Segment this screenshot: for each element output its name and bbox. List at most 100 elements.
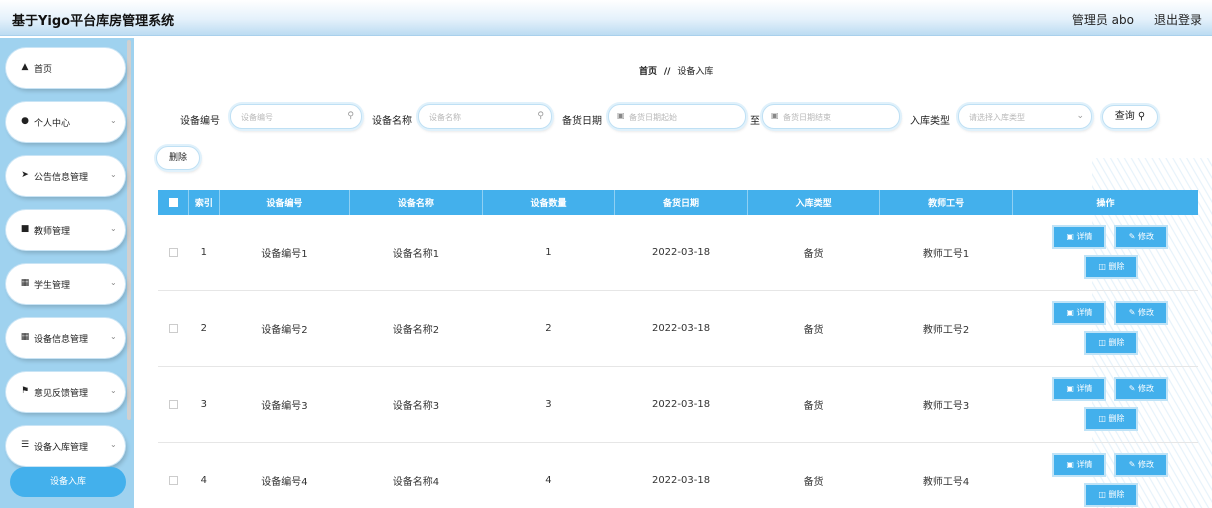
code-placeholder: 设备编号 (241, 113, 273, 122)
type-placeholder: 请选择入库类型 (969, 113, 1025, 122)
row-select[interactable] (158, 366, 189, 443)
logout-link[interactable]: 退出登录 (1154, 11, 1202, 28)
cell-qty: 2 (482, 290, 615, 367)
grid-icon: ▦ (20, 332, 30, 342)
detail-icon: ▣ (1066, 232, 1077, 241)
main-content: 首页 // 设备入库 设备编号 设备编号 ⚲ 设备名称 设备名称 ⚲ 备货日期 … (134, 38, 1212, 508)
cell-date: 2022-03-18 (614, 442, 748, 508)
delete-label: 删除 (1108, 490, 1125, 499)
detail-button[interactable]: ▣ 详情 (1054, 227, 1105, 247)
edit-button[interactable]: ✎ 修改 (1116, 379, 1167, 399)
sidebar-item-personal[interactable]: ● 个人中心 ⌄ (6, 102, 125, 142)
stockin-table: 索引 设备编号 设备名称 设备数量 备货日期 入库类型 教师工号 操作 1 设备… (158, 190, 1198, 508)
cell-name: 设备名称4 (349, 442, 483, 508)
sidebar-item-feedback[interactable]: ⚑ 意见反馈管理 ⌄ (6, 372, 125, 412)
cell-name: 设备名称3 (349, 366, 483, 443)
row-checkbox[interactable] (168, 247, 178, 257)
sidebar-item-student[interactable]: ▦ 学生管理 ⌄ (6, 264, 125, 304)
sidebar-item-label: 设备信息管理 (34, 335, 89, 345)
sidebar-item-notice[interactable]: ➤ 公告信息管理 ⌄ (6, 156, 125, 196)
edit-label: 修改 (1138, 460, 1155, 469)
row-select[interactable] (158, 290, 189, 367)
edit-button[interactable]: ✎ 修改 (1116, 227, 1167, 247)
sidebar-item-label: 设备入库管理 (34, 443, 89, 453)
sidebar-item-label: 首页 (34, 65, 53, 75)
edit-icon: ✎ (1128, 308, 1139, 317)
row-checkbox[interactable] (168, 475, 178, 485)
sidebar-subitem-stockin-active[interactable]: 设备入库 (10, 467, 126, 497)
cell-actions: ▣ 详情 ✎ 修改 ◫ 删除 (1012, 215, 1198, 291)
sidebar-item-equipment[interactable]: ▦ 设备信息管理 ⌄ (6, 318, 125, 358)
cell-type: 备货 (747, 290, 880, 367)
search-icon: ⚲ (537, 111, 544, 121)
top-header: 基于Yigo平台库房管理系统 管理员 abo 退出登录 (0, 0, 1212, 36)
list-icon: ☰ (20, 440, 30, 450)
cell-teacher: 教师工号4 (879, 442, 1013, 508)
delete-button[interactable]: ◫ 删除 (1086, 409, 1137, 429)
row-checkbox[interactable] (168, 323, 178, 333)
table-row: 4 设备编号4 设备名称4 4 2022-03-18 备货 教师工号4 ▣ 详情… (158, 442, 1198, 508)
select-all-checkbox[interactable] (168, 197, 178, 207)
row-select[interactable] (158, 215, 189, 291)
delete-button[interactable]: ◫ 删除 (1086, 257, 1137, 277)
trash-icon: ◫ (1098, 262, 1109, 271)
delete-label: 删除 (1108, 414, 1125, 423)
batch-delete-button[interactable]: 删除 (156, 146, 200, 170)
type-label: 入库类型 (910, 116, 950, 127)
delete-button[interactable]: ◫ 删除 (1086, 333, 1137, 353)
cell-qty: 3 (482, 366, 615, 443)
row-select[interactable] (158, 442, 189, 508)
detail-button[interactable]: ▣ 详情 (1054, 455, 1105, 475)
edit-icon: ✎ (1128, 460, 1139, 469)
cell-name: 设备名称2 (349, 290, 483, 367)
name-input[interactable]: 设备名称 ⚲ (418, 104, 552, 129)
cell-date: 2022-03-18 (614, 366, 748, 443)
query-button[interactable]: 查询 ⚲ (1102, 105, 1158, 129)
cell-index: 2 (188, 290, 220, 367)
sidebar-item-stockin[interactable]: ☰ 设备入库管理 ⌄ (6, 426, 125, 466)
detail-label: 详情 (1076, 384, 1093, 393)
user-icon: ● (21, 116, 29, 126)
sidebar: ▲ 首页 ● 个人中心 ⌄ ➤ 公告信息管理 ⌄ ■ 教师管理 ⌄ ▦ 学生管理… (0, 38, 134, 508)
sidebar-item-teacher[interactable]: ■ 教师管理 ⌄ (6, 210, 125, 250)
delete-button[interactable]: ◫ 删除 (1086, 485, 1137, 505)
search-icon: ⚲ (1137, 111, 1146, 122)
calendar-icon: ▣ (771, 111, 779, 120)
cell-name: 设备名称1 (349, 215, 483, 291)
cell-code: 设备编号1 (219, 215, 350, 291)
type-select[interactable]: 请选择入库类型 ⌄ (958, 104, 1092, 129)
edit-label: 修改 (1138, 308, 1155, 317)
edit-icon: ✎ (1128, 384, 1139, 393)
chevron-down-icon: ⌄ (110, 224, 117, 233)
cell-index: 1 (188, 215, 220, 291)
chevron-down-icon: ⌄ (110, 170, 117, 179)
cell-date: 2022-03-18 (614, 290, 748, 367)
date-start-input[interactable]: ▣ 备货日期起始 (608, 104, 746, 129)
sidebar-item-label: 学生管理 (34, 281, 71, 291)
breadcrumb: 首页 // 设备入库 (639, 64, 713, 77)
cell-code: 设备编号2 (219, 290, 350, 367)
app-title: 基于Yigo平台库房管理系统 (12, 14, 175, 29)
breadcrumb-home[interactable]: 首页 (639, 67, 657, 77)
header-select-all[interactable] (158, 190, 190, 215)
row-checkbox[interactable] (168, 399, 178, 409)
edit-label: 修改 (1138, 232, 1155, 241)
query-button-label: 查询 (1114, 111, 1135, 122)
sidebar-item-label: 公告信息管理 (34, 173, 89, 183)
cell-date: 2022-03-18 (614, 215, 748, 291)
edit-button[interactable]: ✎ 修改 (1116, 303, 1167, 323)
sidebar-scrollbar[interactable] (127, 40, 131, 420)
edit-icon: ✎ (1128, 232, 1139, 241)
detail-label: 详情 (1076, 308, 1093, 317)
cell-code: 设备编号4 (219, 442, 350, 508)
cell-type: 备货 (747, 215, 880, 291)
edit-button[interactable]: ✎ 修改 (1116, 455, 1167, 475)
date-end-input[interactable]: ▣ 备货日期结束 (762, 104, 900, 129)
detail-button[interactable]: ▣ 详情 (1054, 303, 1105, 323)
sidebar-item-home[interactable]: ▲ 首页 (6, 48, 125, 88)
detail-button[interactable]: ▣ 详情 (1054, 379, 1105, 399)
date-start-placeholder: 备货日期起始 (629, 113, 677, 122)
code-input[interactable]: 设备编号 ⚲ (230, 104, 362, 129)
chevron-down-icon: ⌄ (110, 116, 117, 125)
cell-type: 备货 (747, 442, 880, 508)
